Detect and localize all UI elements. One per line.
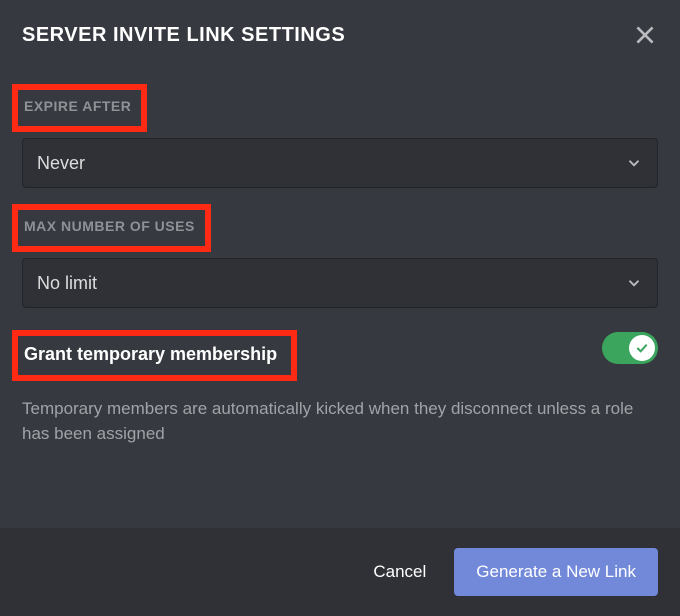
temp-membership-row: Grant temporary membership	[22, 308, 658, 387]
chevron-down-icon	[625, 274, 643, 292]
invite-settings-modal: SERVER INVITE LINK SETTINGS EXPIRE AFTER…	[0, 0, 680, 616]
max-uses-value: No limit	[37, 273, 97, 294]
modal-body: SERVER INVITE LINK SETTINGS EXPIRE AFTER…	[0, 0, 680, 528]
max-uses-highlight: MAX NUMBER OF USES	[12, 204, 211, 252]
temp-membership-highlight: Grant temporary membership	[12, 330, 297, 381]
expire-after-highlight: EXPIRE AFTER	[12, 84, 147, 132]
modal-footer: Cancel Generate a New Link	[0, 528, 680, 616]
check-icon	[634, 340, 650, 356]
max-uses-select[interactable]: No limit	[22, 258, 658, 308]
modal-title: SERVER INVITE LINK SETTINGS	[22, 24, 345, 47]
close-icon[interactable]	[632, 22, 658, 48]
expire-after-value: Never	[37, 153, 85, 174]
expire-after-select[interactable]: Never	[22, 138, 658, 188]
chevron-down-icon	[625, 154, 643, 172]
toggle-knob	[629, 335, 655, 361]
expire-after-label: EXPIRE AFTER	[24, 98, 131, 114]
temp-membership-helper: Temporary members are automatically kick…	[22, 397, 642, 446]
modal-header: SERVER INVITE LINK SETTINGS	[22, 22, 658, 48]
temp-membership-label: Grant temporary membership	[24, 344, 277, 364]
max-uses-label: MAX NUMBER OF USES	[24, 218, 195, 234]
cancel-button[interactable]: Cancel	[353, 550, 446, 594]
generate-link-button[interactable]: Generate a New Link	[454, 548, 658, 596]
temp-membership-toggle[interactable]	[602, 332, 658, 364]
